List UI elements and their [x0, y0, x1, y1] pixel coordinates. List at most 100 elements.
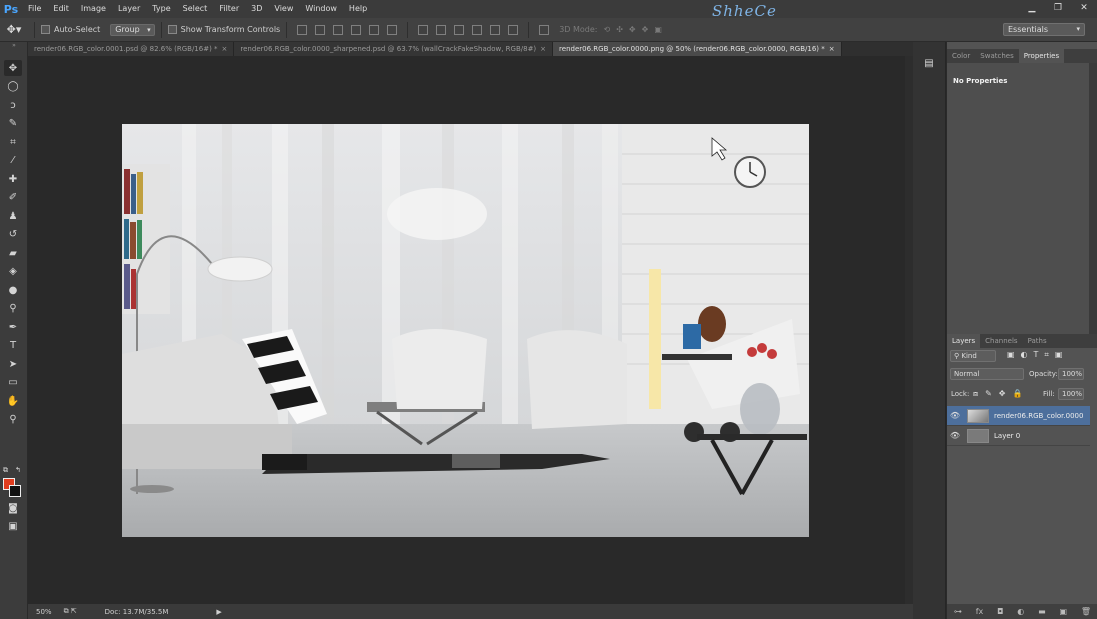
group-icon[interactable]: ▬ [1038, 607, 1046, 616]
zoom-tool[interactable]: ⚲ [4, 412, 22, 428]
distribute-left-icon[interactable] [472, 24, 483, 35]
quick-mask-icon[interactable]: ◙ [4, 500, 22, 516]
layer-filter-dropdown[interactable]: ⚲ Kind [950, 350, 996, 362]
layer-name: render06.RGB_color.0000 [994, 411, 1084, 420]
layer-row[interactable]: 👁 Layer 0 [947, 426, 1090, 446]
move-tool[interactable]: ✥ [4, 60, 22, 76]
tab-close-icon[interactable]: × [540, 45, 546, 53]
rectangle-tool[interactable]: ▭ [4, 375, 22, 391]
tab-swatches[interactable]: Swatches [975, 49, 1018, 63]
paint-bucket-tool[interactable]: ◈ [4, 264, 22, 280]
3d-mode-icons[interactable]: ⟲✣✥✥▣ [604, 25, 668, 34]
menu-help[interactable]: Help [343, 0, 373, 18]
healing-brush-tool[interactable]: ✚ [4, 171, 22, 187]
distribute-top-icon[interactable] [418, 24, 429, 35]
close-button[interactable]: ✕ [1071, 0, 1097, 16]
dodge-tool[interactable]: ⚲ [4, 301, 22, 317]
status-icons[interactable]: ⧉ ⇱ [64, 607, 77, 616]
eraser-tool[interactable]: ▰ [4, 245, 22, 261]
opacity-input[interactable]: 100% [1058, 368, 1084, 380]
menu-file[interactable]: File [22, 0, 47, 18]
ps-logo: Ps [3, 2, 19, 16]
history-panel-icon[interactable]: ▤ [920, 58, 938, 76]
menu-edit[interactable]: Edit [47, 0, 75, 18]
history-brush-tool[interactable]: ↺ [4, 227, 22, 243]
lock-icons[interactable]: ⧈✎✥🔒 [973, 389, 1029, 399]
auto-select-dropdown[interactable]: Group [110, 23, 155, 36]
status-menu-arrow-icon[interactable]: ▶ [216, 608, 221, 616]
minimize-button[interactable]: ▁ [1019, 0, 1045, 16]
menu-window[interactable]: Window [299, 0, 343, 18]
distribute-hcenter-icon[interactable] [490, 24, 501, 35]
layer-row[interactable]: 👁 render06.RGB_color.0000 [947, 406, 1090, 426]
menu-type[interactable]: Type [146, 0, 176, 18]
tab-layers[interactable]: Layers [947, 334, 981, 348]
document-image[interactable] [122, 124, 809, 537]
distribute-right-icon[interactable] [508, 24, 519, 35]
canvas-vertical-scrollbar[interactable] [905, 56, 913, 604]
visibility-eye-icon[interactable]: 👁 [947, 411, 963, 420]
tab-color[interactable]: Color [947, 49, 975, 63]
visibility-eye-icon[interactable]: 👁 [947, 431, 963, 440]
default-colors-icon[interactable]: ⧉ [3, 466, 8, 475]
align-top-icon[interactable] [297, 24, 308, 35]
3d-mode-label: 3D Mode: [559, 25, 598, 34]
menu-3d[interactable]: 3D [245, 0, 268, 18]
align-bottom-icon[interactable] [333, 24, 344, 35]
trash-icon[interactable]: 🗑 [1081, 607, 1091, 616]
clone-stamp-tool[interactable]: ♟ [4, 208, 22, 224]
tab-close-icon[interactable]: × [829, 45, 835, 53]
document-tabs: render06.RGB_color.0001.psd @ 82.6% (RGB… [28, 42, 913, 56]
align-left-icon[interactable] [351, 24, 362, 35]
fx-icon[interactable]: fx [976, 607, 984, 616]
screen-mode-icon[interactable]: ▣ [4, 518, 22, 534]
link-icon[interactable]: ⊶ [954, 607, 962, 616]
blend-mode-dropdown[interactable]: Normal [950, 368, 1024, 380]
swap-colors-icon[interactable]: ↰ [15, 466, 21, 474]
elliptical-marquee-tool[interactable]: ◯ [4, 79, 22, 95]
align-vcenter-icon[interactable] [315, 24, 326, 35]
background-color-swatch[interactable] [9, 485, 21, 497]
type-tool[interactable]: T [4, 338, 22, 354]
menu-select[interactable]: Select [177, 0, 214, 18]
pen-tool[interactable]: ✒ [4, 319, 22, 335]
eyedropper-tool[interactable]: ⁄ [4, 153, 22, 169]
path-selection-tool[interactable]: ➤ [4, 356, 22, 372]
layer-filter-icons[interactable]: ▣◐T⌗▣ [1007, 350, 1069, 360]
hand-tool[interactable]: ✋ [4, 393, 22, 409]
align-right-icon[interactable] [387, 24, 398, 35]
align-hcenter-icon[interactable] [369, 24, 380, 35]
menu-filter[interactable]: Filter [213, 0, 245, 18]
document-tab[interactable]: render06.RGB_color.0001.psd @ 82.6% (RGB… [28, 42, 235, 56]
adjustment-icon[interactable]: ◐ [1017, 607, 1024, 616]
brush-tool[interactable]: ✐ [4, 190, 22, 206]
fill-input[interactable]: 100% [1058, 388, 1084, 400]
quick-selection-tool[interactable]: ✎ [4, 116, 22, 132]
menu-view[interactable]: View [268, 0, 299, 18]
menu-layer[interactable]: Layer [112, 0, 146, 18]
document-tab-active[interactable]: render06.RGB_color.0000.png @ 50% (rende… [553, 42, 842, 56]
tab-properties[interactable]: Properties [1018, 49, 1065, 63]
crop-tool[interactable]: ⌗ [4, 134, 22, 150]
new-layer-icon[interactable]: ▣ [1059, 607, 1067, 616]
properties-scrollbar[interactable] [1089, 63, 1097, 340]
lasso-tool[interactable]: ↄ [4, 97, 22, 113]
zoom-level[interactable]: 50% [36, 608, 52, 616]
move-tool-preset-icon[interactable]: ✥▾ [0, 23, 28, 36]
auto-select-checkbox[interactable] [41, 25, 50, 34]
tab-close-icon[interactable]: × [222, 45, 228, 53]
menu-image[interactable]: Image [75, 0, 112, 18]
mask-icon[interactable]: ◘ [997, 607, 1003, 616]
distribute-vcenter-icon[interactable] [436, 24, 447, 35]
workspace-dropdown[interactable]: Essentials [1003, 23, 1085, 36]
restore-button[interactable]: ❐ [1045, 0, 1071, 16]
auto-align-icon[interactable] [539, 24, 550, 35]
tab-paths[interactable]: Paths [1023, 334, 1052, 348]
blur-tool[interactable]: ● [4, 282, 22, 298]
tab-channels[interactable]: Channels [980, 334, 1022, 348]
toolbar-grip[interactable]: » [0, 42, 28, 50]
document-tab[interactable]: render06.RGB_color.0000_sharpened.psd @ … [234, 42, 554, 56]
canvas-area[interactable] [28, 56, 913, 604]
distribute-bottom-icon[interactable] [454, 24, 465, 35]
show-transform-checkbox[interactable] [167, 25, 177, 34]
